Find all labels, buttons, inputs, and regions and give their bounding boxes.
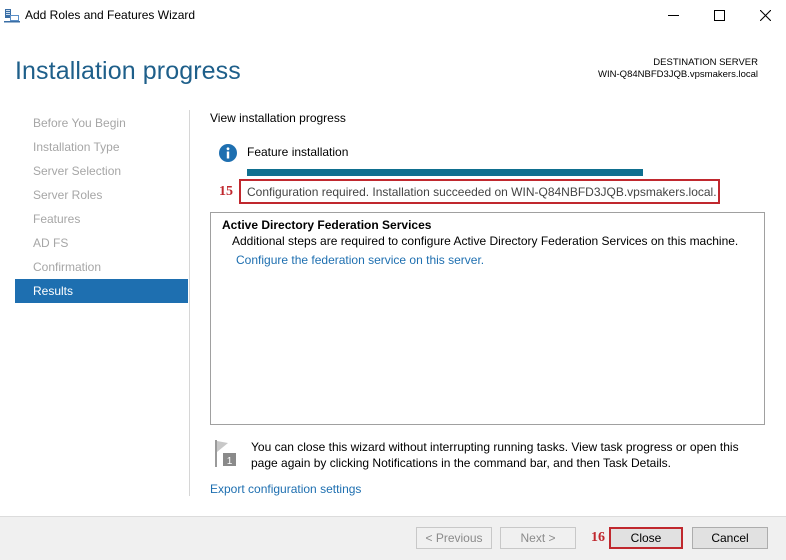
info-icon	[219, 144, 237, 162]
installation-status-text: Configuration required. Installation suc…	[247, 185, 717, 199]
installation-progress-bar	[247, 169, 643, 176]
cancel-button[interactable]: Cancel	[692, 527, 768, 549]
nav-item-ad-fs[interactable]: AD FS	[15, 231, 188, 255]
result-description: Additional steps are required to configu…	[232, 234, 739, 248]
page-title: Installation progress	[15, 57, 241, 85]
export-configuration-link[interactable]: Export configuration settings	[210, 482, 361, 496]
maximize-icon	[713, 10, 725, 21]
nav-item-server-selection[interactable]: Server Selection	[15, 159, 188, 183]
notification-flag-icon: 1	[214, 440, 238, 468]
title-bar: Add Roles and Features Wizard	[0, 0, 786, 32]
server-manager-icon	[4, 8, 20, 23]
maximize-button[interactable]	[696, 0, 742, 31]
annotation-step-15: 15	[219, 184, 233, 199]
window-title: Add Roles and Features Wizard	[25, 8, 196, 22]
wizard-steps-nav: Before You Begin Installation Type Serve…	[15, 111, 188, 303]
destination-server-label: DESTINATION SERVER	[653, 57, 758, 68]
close-button[interactable]: Close	[609, 527, 683, 549]
close-wizard-note: You can close this wizard without interr…	[251, 440, 739, 470]
view-progress-label: View installation progress	[210, 111, 346, 125]
window-close-button[interactable]	[742, 0, 786, 31]
previous-button[interactable]: < Previous	[416, 527, 492, 549]
minimize-icon	[667, 15, 679, 16]
nav-item-before-you-begin[interactable]: Before You Begin	[15, 111, 188, 135]
nav-item-features[interactable]: Features	[15, 207, 188, 231]
progress-bar-fill	[247, 169, 643, 176]
minimize-button[interactable]	[650, 0, 696, 31]
nav-divider	[189, 110, 190, 496]
destination-server-name: WIN-Q84NBFD3JQB.vpsmakers.local	[598, 69, 758, 80]
close-icon	[759, 10, 771, 21]
feature-installation-label: Feature installation	[247, 145, 349, 159]
nav-item-results[interactable]: Results	[15, 279, 188, 303]
next-button[interactable]: Next >	[500, 527, 576, 549]
annotation-step-16: 16	[591, 530, 605, 545]
nav-item-installation-type[interactable]: Installation Type	[15, 135, 188, 159]
nav-item-confirmation[interactable]: Confirmation	[15, 255, 188, 279]
result-heading: Active Directory Federation Services	[222, 218, 432, 232]
configure-federation-link[interactable]: Configure the federation service on this…	[236, 253, 484, 267]
nav-item-server-roles[interactable]: Server Roles	[15, 183, 188, 207]
svg-text:1: 1	[227, 456, 233, 467]
